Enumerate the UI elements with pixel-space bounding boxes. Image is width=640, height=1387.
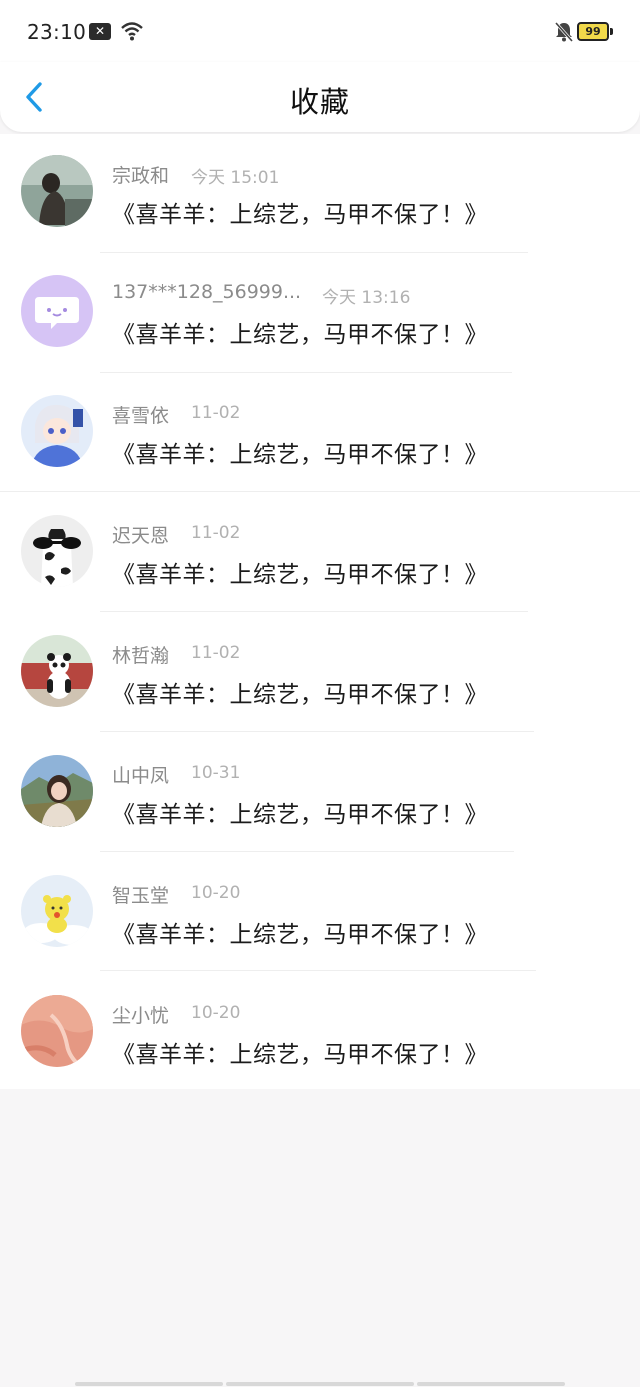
- favorites-list: 宗政和 今天 15:01 《喜羊羊：上综艺，马甲不保了！》 137***128_…: [0, 134, 640, 1089]
- user-name: 尘小忧: [112, 1005, 170, 1027]
- photo-girl-icon: [21, 755, 93, 827]
- chat-bubble-icon: [21, 275, 93, 347]
- divider: [100, 970, 536, 971]
- list-item[interactable]: 宗政和 今天 15:01 《喜羊羊：上综艺，马甲不保了！》: [0, 134, 640, 254]
- user-name: 林哲瀚: [112, 645, 170, 667]
- message-text: 《喜羊羊：上综艺，马甲不保了！》: [112, 802, 488, 828]
- list-item[interactable]: 尘小忧 10-20 《喜羊羊：上综艺，马甲不保了！》: [0, 974, 640, 1094]
- message-text: 《喜羊羊：上综艺，马甲不保了！》: [112, 322, 488, 348]
- message-text: 《喜羊羊：上综艺，马甲不保了！》: [112, 202, 488, 228]
- message-text: 《喜羊羊：上综艺，马甲不保了！》: [112, 682, 488, 708]
- user-name: 智玉堂: [112, 885, 170, 907]
- wifi-icon: [121, 22, 143, 41]
- nav-bar-segment: [417, 1382, 565, 1386]
- timestamp: 11-02: [191, 643, 241, 663]
- cow-sunglasses-icon: [21, 515, 93, 587]
- divider: [100, 731, 534, 732]
- timestamp: 11-02: [191, 403, 241, 423]
- peach-texture-icon: [21, 995, 93, 1067]
- nav-bar: [0, 1382, 640, 1387]
- battery-icon: 99: [577, 22, 613, 41]
- battery-level: 99: [585, 25, 601, 38]
- timestamp: 10-20: [191, 883, 241, 903]
- list-item[interactable]: 林哲瀚 11-02 《喜羊羊：上综艺，马甲不保了！》: [0, 614, 640, 734]
- header: 收藏: [0, 62, 640, 132]
- panda-icon: [21, 635, 93, 707]
- close-box-icon: ✕: [89, 23, 111, 40]
- anime-girl-icon: [21, 395, 93, 467]
- user-name: 喜雪依: [112, 405, 170, 427]
- nav-bar-segment: [226, 1382, 414, 1386]
- message-text: 《喜羊羊：上综艺，马甲不保了！》: [112, 442, 488, 468]
- divider: [100, 252, 528, 253]
- timestamp: 今天 13:16: [322, 288, 411, 308]
- divider: [0, 491, 640, 492]
- status-bar: 23:10 ✕ 99: [0, 0, 640, 62]
- timestamp: 10-20: [191, 1003, 241, 1023]
- divider: [100, 372, 512, 373]
- page-title: 收藏: [289, 85, 350, 119]
- yellow-bear-icon: [21, 875, 93, 947]
- divider: [100, 611, 528, 612]
- user-name: 137***128_56999...: [112, 281, 302, 303]
- user-name: 迟天恩: [112, 525, 170, 547]
- timestamp: 10-31: [191, 763, 241, 783]
- nav-bar-segment: [75, 1382, 223, 1386]
- list-item[interactable]: 山中凤 10-31 《喜羊羊：上综艺，马甲不保了！》: [0, 734, 640, 854]
- message-text: 《喜羊羊：上综艺，马甲不保了！》: [112, 922, 488, 948]
- timestamp: 11-02: [191, 523, 241, 543]
- list-item[interactable]: 喜雪依 11-02 《喜羊羊：上综艺，马甲不保了！》: [0, 374, 640, 494]
- photo-person-icon: [21, 155, 93, 227]
- message-text: 《喜羊羊：上综艺，马甲不保了！》: [112, 562, 488, 588]
- user-name: 山中凤: [112, 765, 170, 787]
- bell-off-icon: [554, 22, 574, 42]
- list-item[interactable]: 迟天恩 11-02 《喜羊羊：上综艺，马甲不保了！》: [0, 494, 640, 614]
- user-name: 宗政和: [112, 165, 170, 187]
- divider: [100, 851, 514, 852]
- status-time: 23:10: [27, 20, 87, 44]
- message-text: 《喜羊羊：上综艺，马甲不保了！》: [112, 1042, 488, 1068]
- list-item[interactable]: 智玉堂 10-20 《喜羊羊：上综艺，马甲不保了！》: [0, 854, 640, 974]
- list-item[interactable]: 137***128_56999... 今天 13:16 《喜羊羊：上综艺，马甲不…: [0, 254, 640, 374]
- timestamp: 今天 15:01: [191, 168, 280, 188]
